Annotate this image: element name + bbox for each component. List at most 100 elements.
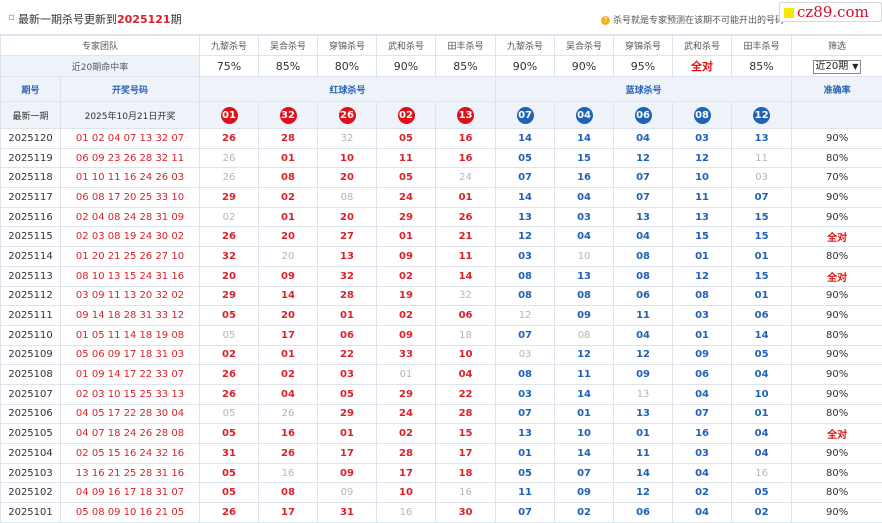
blue-kill-number: 16 <box>672 423 733 444</box>
blue-kill-number: 16 <box>554 167 615 189</box>
red-kill-number: 32 <box>434 285 497 307</box>
blue-kill-number: 11 <box>554 364 615 385</box>
blue-kill-number: 15 <box>731 226 793 248</box>
red-ball: 02 <box>397 106 415 124</box>
issue-number: 2025103 <box>0 462 61 484</box>
blue-kill-number: 03 <box>495 344 556 366</box>
red-kill-number: 11 <box>376 147 436 169</box>
blue-kill-number: 10 <box>731 383 793 405</box>
red-kill-number: 26 <box>199 226 259 248</box>
history-rows: 2025120 01 02 04 07 13 32 07 26 28 32 05 16 14 1… <box>0 128 882 523</box>
blue-kill-number: 14 <box>613 462 674 484</box>
table-row: 2025107 02 03 10 15 25 33 13 26 04 05 29 22 03 1… <box>0 383 882 405</box>
red-kill-number: 17 <box>258 324 318 346</box>
blue-kill-number: 08 <box>495 285 556 307</box>
blue-kill-number: 04 <box>731 364 793 385</box>
red-kill-number: 30 <box>434 502 497 523</box>
blue-kill-number: 01 <box>731 246 793 267</box>
issue-number: 2025108 <box>0 364 61 385</box>
expert-name: 吴合杀号 <box>554 35 614 56</box>
red-kill-number: 01 <box>258 344 318 366</box>
blue-kill-number: 04 <box>731 423 793 444</box>
red-kill-number: 21 <box>434 226 497 248</box>
draw-column-header: 开奖号码 <box>60 76 200 102</box>
red-kill-number: 05 <box>376 128 436 149</box>
issue-number: 2025104 <box>0 443 61 464</box>
column-header-row: 期号 开奖号码 红球杀号 蓝球杀号 准确率 <box>0 76 882 102</box>
red-kill-number: 02 <box>258 187 318 208</box>
blue-kill-number: 04 <box>672 462 733 484</box>
blue-kill-number: 01 <box>554 403 615 425</box>
latest-accuracy-cell <box>791 101 882 129</box>
blue-kill-column-header: 蓝球杀号 <box>495 76 793 102</box>
red-kill-number: 02 <box>199 344 259 366</box>
blue-kill-number: 04 <box>731 443 793 464</box>
latest-red-cell: 32 <box>258 101 318 129</box>
issue-number: 2025112 <box>0 285 61 307</box>
blue-kill-number: 16 <box>731 462 793 484</box>
red-kill-number: 31 <box>317 502 377 523</box>
blue-kill-number: 06 <box>731 305 793 326</box>
draw-numbers: 03 09 11 13 20 32 02 <box>60 285 200 307</box>
blue-kill-number: 07 <box>495 403 556 425</box>
hit-rate-label: 近20期命中率 <box>0 55 200 77</box>
question-icon: ? <box>601 16 610 25</box>
accuracy-value: 全对 <box>791 423 882 444</box>
table-row: 2025111 09 14 18 28 31 33 12 05 20 01 02 06 12 0… <box>0 305 882 326</box>
accuracy-value: 80% <box>791 324 882 346</box>
blue-kill-number: 14 <box>495 128 556 149</box>
blue-kill-number: 01 <box>613 423 674 444</box>
red-kill-number: 05 <box>199 482 259 504</box>
red-kill-number: 27 <box>317 226 377 248</box>
page-title: 最新一期杀号更新到2025121期 <box>18 13 182 26</box>
blue-kill-number: 13 <box>613 206 674 228</box>
draw-numbers: 09 14 18 28 31 33 12 <box>60 305 200 326</box>
accuracy-value: 90% <box>791 502 882 523</box>
expert-name: 九黎杀号 <box>495 35 555 56</box>
latest-blue-cell: 12 <box>731 101 793 129</box>
accuracy-value: 80% <box>791 246 882 267</box>
draw-numbers: 02 04 08 24 28 31 09 <box>60 206 200 228</box>
red-kill-number: 11 <box>434 246 497 267</box>
red-kill-column-header: 红球杀号 <box>198 76 497 102</box>
red-kill-number: 08 <box>317 187 377 208</box>
red-kill-number: 22 <box>434 383 497 405</box>
period-select[interactable]: 近20期 ▼ <box>812 59 862 74</box>
red-kill-number: 05 <box>376 167 436 189</box>
blue-kill-number: 13 <box>495 423 556 444</box>
blue-kill-number: 14 <box>554 128 615 149</box>
accuracy-value: 90% <box>791 305 882 326</box>
red-kill-number: 20 <box>199 265 259 287</box>
accuracy-value: 80% <box>791 462 882 484</box>
red-kill-number: 04 <box>434 364 497 385</box>
blue-kill-number: 08 <box>495 364 556 385</box>
table-row: 2025104 02 05 15 16 24 32 16 31 26 17 28 17 01 1… <box>0 443 882 464</box>
red-kill-number: 15 <box>434 423 497 444</box>
table-row: 2025101 05 08 09 10 16 21 05 26 17 31 16 30 07 0… <box>0 502 882 523</box>
issue-number: 2025116 <box>0 206 61 228</box>
draw-numbers: 02 03 08 19 24 30 02 <box>60 226 200 248</box>
hit-rate-value: 85% <box>258 55 318 77</box>
accuracy-column-header: 准确率 <box>791 76 882 102</box>
red-kill-number: 01 <box>317 305 377 326</box>
issue-number: 2025113 <box>0 265 61 287</box>
blue-kill-number: 07 <box>495 324 556 346</box>
blue-kill-number: 04 <box>613 324 674 346</box>
red-kill-number: 05 <box>199 403 259 425</box>
blue-kill-number: 12 <box>495 226 556 248</box>
blue-kill-number: 11 <box>495 482 556 504</box>
blue-kill-number: 07 <box>731 187 793 208</box>
blue-kill-number: 07 <box>613 187 674 208</box>
blue-ball: 04 <box>575 106 593 124</box>
filter-label: 筛选 <box>791 35 882 56</box>
red-kill-number: 01 <box>434 187 497 208</box>
site-logo[interactable]: cz89.com <box>779 2 882 22</box>
blue-kill-number: 12 <box>613 147 674 169</box>
draw-numbers: 02 05 15 16 24 32 16 <box>60 443 200 464</box>
draw-numbers: 05 08 09 10 16 21 05 <box>60 502 200 523</box>
accuracy-value: 90% <box>791 383 882 405</box>
red-kill-number: 17 <box>317 443 377 464</box>
blue-kill-number: 01 <box>731 285 793 307</box>
red-kill-number: 33 <box>376 344 436 366</box>
red-kill-number: 17 <box>376 462 436 484</box>
